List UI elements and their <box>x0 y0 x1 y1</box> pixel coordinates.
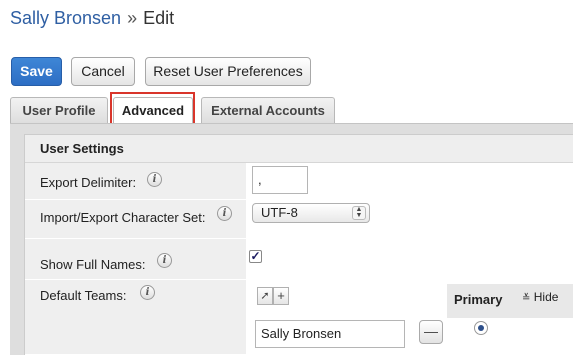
page-action-label: Edit <box>143 8 175 28</box>
page-title: Sally Bronsen » Edit <box>10 7 174 29</box>
primary-column-header: Primary <box>454 292 503 307</box>
export-delimiter-input[interactable]: , <box>252 166 308 194</box>
breadcrumb-separator: » <box>127 8 138 28</box>
section-title-user-settings: User Settings <box>25 135 573 163</box>
team-name-input[interactable]: Sally Bronsen <box>255 320 405 348</box>
record-name-link[interactable]: Sally Bronsen <box>10 8 121 28</box>
cancel-button[interactable]: Cancel <box>71 57 135 86</box>
select-arrows-icon: ▲ ▼ <box>352 206 366 220</box>
info-icon[interactable]: i <box>147 172 162 187</box>
charset-select-value: UTF-8 <box>261 205 298 220</box>
advanced-tab-highlight <box>110 92 195 126</box>
info-icon[interactable]: i <box>157 253 172 268</box>
charset-label: Import/Export Character Set: <box>40 210 206 225</box>
save-button[interactable]: Save <box>11 57 62 86</box>
hide-label: Hide <box>533 290 559 304</box>
tab-external-accounts[interactable]: External Accounts <box>201 97 335 124</box>
info-icon[interactable]: i <box>217 206 232 221</box>
tab-user-profile[interactable]: User Profile <box>10 97 108 124</box>
show-full-names-checkbox[interactable]: ✓ <box>249 250 262 263</box>
export-delimiter-label: Export Delimiter: <box>40 175 137 190</box>
default-teams-label: Default Teams: <box>40 288 127 303</box>
select-team-arrow-icon[interactable]: ➚ <box>257 287 273 305</box>
info-icon[interactable]: i <box>140 285 155 300</box>
reset-user-preferences-button[interactable]: Reset User Preferences <box>145 57 311 86</box>
hide-toggle[interactable]: ≚ Hide <box>522 290 558 304</box>
add-team-icon[interactable]: + <box>273 287 289 305</box>
remove-team-button[interactable]: — <box>419 320 443 344</box>
show-full-names-label: Show Full Names: <box>40 257 146 272</box>
collapse-icon: ≚ <box>522 293 531 304</box>
primary-team-radio[interactable] <box>474 321 488 335</box>
